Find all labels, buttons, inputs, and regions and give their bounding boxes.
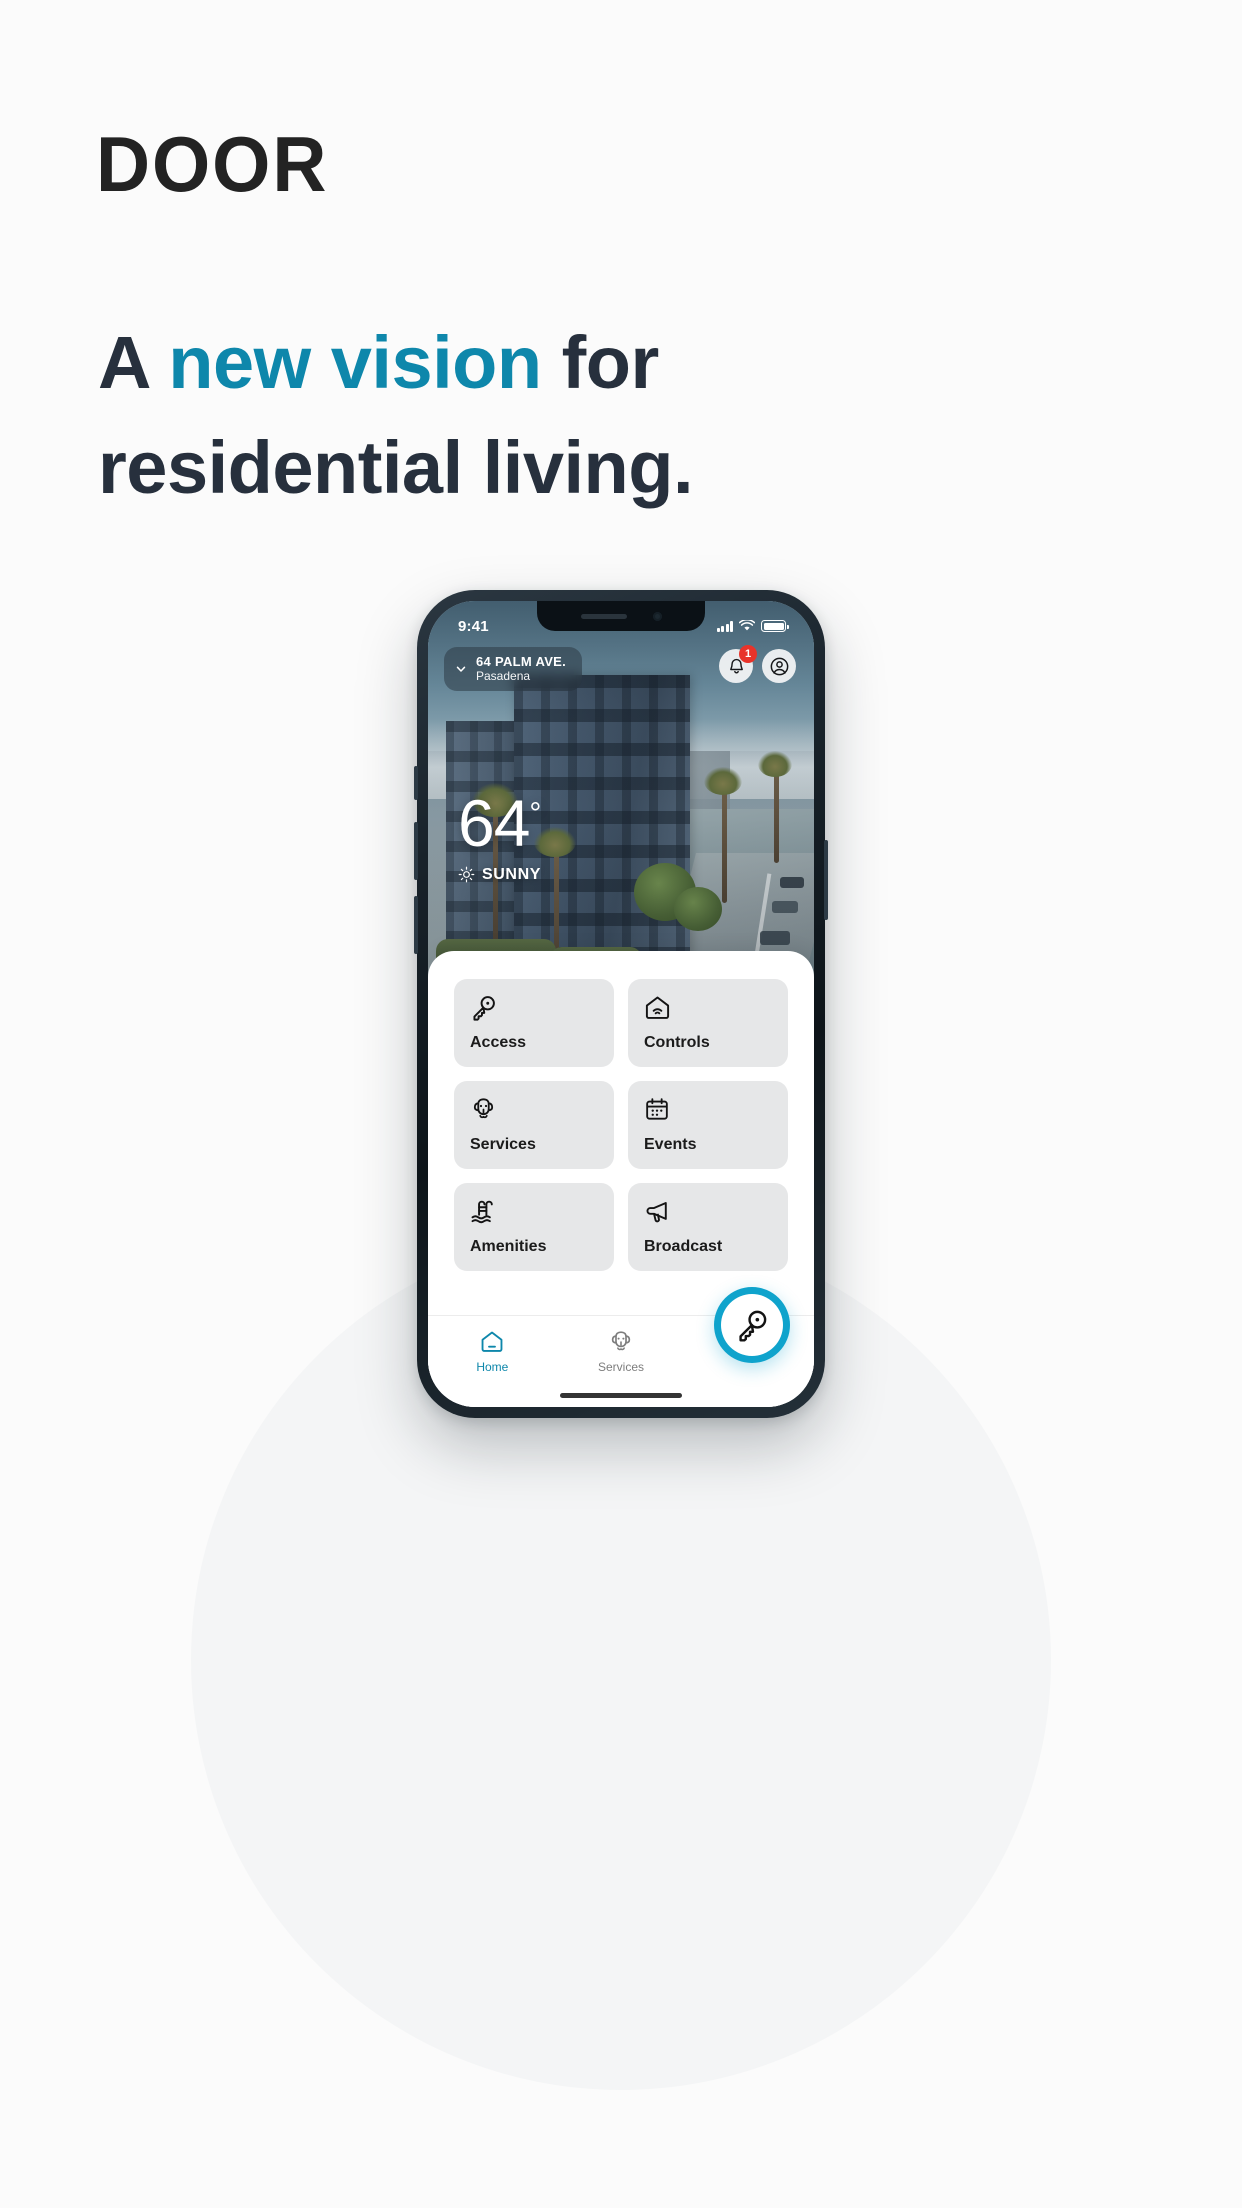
- brand-wordmark: DOOR: [96, 120, 329, 208]
- tile-controls[interactable]: Controls: [628, 979, 788, 1067]
- cellular-signal-icon: [716, 620, 733, 632]
- address-line-1: 64 PALM AVE.: [476, 654, 567, 669]
- key-fab-button[interactable]: [714, 1287, 790, 1363]
- degree-symbol: °: [529, 797, 541, 830]
- tile-label: Access: [470, 1034, 527, 1051]
- phone-power-button: [824, 840, 828, 920]
- megaphone-icon: [644, 1197, 772, 1225]
- phone-side-button: [414, 896, 418, 954]
- key-icon: [470, 993, 598, 1021]
- dog-icon: [611, 1331, 631, 1351]
- nav-label: Home: [476, 1360, 509, 1374]
- calendar-icon: [644, 1095, 772, 1123]
- temperature-value: 64: [458, 786, 530, 860]
- headline-part-2: for: [541, 321, 660, 404]
- profile-button[interactable]: [762, 649, 796, 683]
- sun-icon: [458, 866, 475, 883]
- nav-item-home[interactable]: Home: [428, 1329, 557, 1374]
- smart-home-wifi-icon: [644, 993, 772, 1021]
- tile-label: Services: [470, 1136, 536, 1153]
- status-bar: 9:41: [428, 601, 814, 641]
- fab-inner-circle: [721, 1294, 783, 1356]
- tile-events[interactable]: Events: [628, 1081, 788, 1169]
- tile-access[interactable]: Access: [454, 979, 614, 1067]
- key-icon: [739, 1310, 767, 1342]
- quick-actions-grid: Access Controls Services Events Amenitie…: [454, 979, 788, 1271]
- pool-ladder-icon: [470, 1197, 598, 1225]
- battery-icon: [761, 620, 789, 632]
- weather-condition-label: SUNNY: [482, 865, 542, 883]
- user-circle-icon: [770, 657, 788, 675]
- status-time: 9:41: [458, 617, 489, 635]
- chevron-down-icon: [456, 666, 466, 672]
- tile-label: Broadcast: [644, 1238, 723, 1255]
- headline-accent: new vision: [168, 321, 542, 404]
- nav-label: Services: [598, 1360, 645, 1374]
- headline-line-2: residential living.: [98, 426, 694, 510]
- weather-condition: SUNNY: [458, 866, 541, 884]
- phone-screen: 9:41 64 PALM AVE. Pasadena 1 64° SUNNY A…: [428, 601, 814, 1407]
- phone-mockup: 9:41 64 PALM AVE. Pasadena 1 64° SUNNY A…: [414, 590, 828, 1418]
- home-indicator: [560, 1393, 682, 1398]
- status-indicators: [716, 620, 789, 632]
- weather-widget: 64° SUNNY: [458, 790, 541, 884]
- temperature-reading: 64°: [458, 790, 541, 856]
- hero-header: 64 PALM AVE. Pasadena 1: [428, 645, 814, 692]
- tile-amenities[interactable]: Amenities: [454, 1183, 614, 1271]
- header-buttons: 1: [719, 645, 796, 683]
- tile-label: Controls: [644, 1034, 710, 1051]
- nav-item-services[interactable]: Services: [557, 1329, 686, 1374]
- home-icon: [481, 1331, 503, 1352]
- dog-icon: [470, 1095, 598, 1123]
- address-selector[interactable]: 64 PALM AVE. Pasadena: [444, 647, 583, 692]
- address-line-2: Pasadena: [476, 669, 531, 684]
- notification-badge: 1: [739, 645, 757, 663]
- notifications-button[interactable]: 1: [719, 645, 757, 683]
- tile-services[interactable]: Services: [454, 1081, 614, 1169]
- wifi-icon: [739, 620, 755, 631]
- tile-label: Events: [644, 1136, 697, 1153]
- headline-part-1: A: [98, 321, 169, 404]
- tile-label: Amenities: [470, 1238, 547, 1255]
- tile-broadcast[interactable]: Broadcast: [628, 1183, 788, 1271]
- page-headline: A new vision for residential living.: [98, 310, 1148, 520]
